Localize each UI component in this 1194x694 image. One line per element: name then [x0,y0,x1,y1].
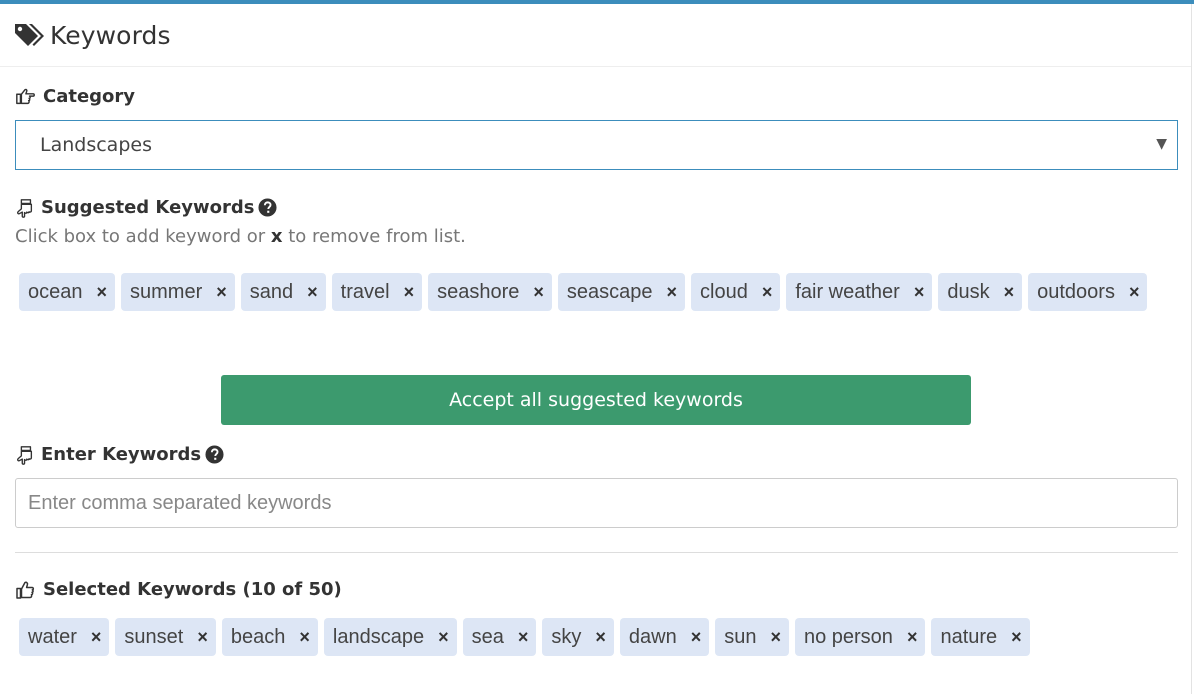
suggested-keywords-list: ocean × summer × sand × travel × seashore × seasca… [19,273,1179,318]
question-circle-icon[interactable] [205,445,224,464]
hand-pointing-right-icon [16,88,35,104]
remove-keyword-icon[interactable]: × [216,282,227,303]
panel-title: Keywords [50,20,171,50]
remove-keyword-icon[interactable]: × [91,627,102,648]
keyword-chip-label: seashore [437,280,520,303]
accept-all-suggested-button[interactable]: Accept all suggested keywords [221,375,971,425]
keyword-chip-label: seascape [566,280,653,303]
keyword-chip[interactable]: dusk × [938,273,1023,311]
keyword-chip[interactable]: landscape × [323,618,457,656]
question-circle-icon[interactable] [258,198,278,217]
keyword-chip[interactable]: sea × [462,618,537,656]
keyword-chip-label: nature [940,625,998,648]
caret-down-icon: ▼ [1156,136,1167,152]
keyword-chip[interactable]: seascape × [557,273,686,311]
tags-icon [15,24,44,46]
keyword-chip-label: travel [340,280,390,303]
category-select[interactable]: Landscapes ▼ [15,120,1178,170]
keyword-chip-label: dusk [947,280,990,303]
suggested-keywords-label-text: Suggested Keywords [41,197,255,218]
keyword-chip[interactable]: nature × [931,618,1030,656]
keyword-chip[interactable]: water × [19,618,110,656]
remove-keyword-icon[interactable]: × [667,282,678,303]
keyword-chip-label: outdoors [1037,280,1115,303]
keyword-chip-label: ocean [28,280,83,303]
remove-keyword-icon[interactable]: × [533,282,544,303]
panel-header: Keywords [0,4,1191,67]
category-label-text: Category [43,86,136,107]
keyword-chip-label: beach [230,625,286,648]
keyword-chip-label: fair weather [795,280,900,303]
enter-keywords-input[interactable] [15,478,1178,528]
keyword-chip-label: cloud [700,280,748,303]
keyword-chip[interactable]: sunset × [115,618,216,656]
keywords-panel: Keywords Category Landscapes ▼ Suggested… [0,4,1192,694]
keyword-chip-label: landscape [332,625,425,648]
thumbs-up-icon [16,581,35,599]
keyword-chip[interactable]: summer × [121,273,235,311]
keyword-chip-label: summer [130,280,203,303]
suggested-keywords-hint: Click box to add keyword or x to remove … [15,226,466,247]
remove-keyword-icon[interactable]: × [770,627,781,648]
remove-keyword-icon[interactable]: × [518,627,529,648]
keyword-chip-label: sand [249,280,294,303]
keyword-chip-label: sunset [124,625,184,648]
remove-keyword-icon[interactable]: × [1129,282,1140,303]
keyword-chip[interactable]: sand × [240,273,326,311]
keyword-chip[interactable]: cloud × [691,273,781,311]
keyword-chip-label: water [28,625,77,648]
selected-keywords-list: water × sunset × beach × landscape × sea × sky × daw… [19,618,1179,663]
selected-keywords-label-text: Selected Keywords (10 of 50) [43,579,342,600]
keyword-chip[interactable]: sky × [542,618,614,656]
keyword-chip-label: no person [803,625,893,648]
section-divider [15,552,1178,553]
remove-keyword-icon[interactable]: × [595,627,606,648]
suggested-keywords-label: Suggested Keywords [15,197,278,218]
enter-keywords-label-text: Enter Keywords [41,444,202,465]
keyword-chip[interactable]: sun × [715,618,789,656]
hand-pointing-down-icon [17,198,33,218]
keyword-chip[interactable]: beach × [221,618,318,656]
keyword-chip-label: dawn [628,625,677,648]
selected-keywords-label: Selected Keywords (10 of 50) [15,579,342,600]
remove-keyword-icon[interactable]: × [299,627,310,648]
remove-keyword-icon[interactable]: × [438,627,449,648]
remove-keyword-icon[interactable]: × [1011,627,1022,648]
remove-keyword-icon[interactable]: × [691,627,702,648]
keyword-chip[interactable]: seashore × [428,273,552,311]
category-selected-value: Landscapes [40,134,152,156]
category-label: Category [15,86,135,107]
keyword-chip[interactable]: travel × [331,273,423,311]
remove-keyword-icon[interactable]: × [307,282,318,303]
remove-keyword-icon[interactable]: × [1004,282,1015,303]
remove-keyword-icon[interactable]: × [762,282,773,303]
keyword-chip[interactable]: dawn × [619,618,710,656]
enter-keywords-label: Enter Keywords [15,444,224,465]
keyword-chip-label: sky [551,625,582,648]
remove-keyword-icon[interactable]: × [404,282,415,303]
keyword-chip-label: sun [724,625,757,648]
remove-keyword-icon[interactable]: × [197,627,208,648]
remove-keyword-icon[interactable]: × [914,282,925,303]
keyword-chip-label: sea [471,625,504,648]
keyword-chip[interactable]: no person × [794,618,926,656]
keyword-chip[interactable]: outdoors × [1028,273,1148,311]
remove-keyword-icon[interactable]: × [97,282,108,303]
remove-keyword-icon[interactable]: × [907,627,918,648]
keyword-chip[interactable]: fair weather × [786,273,933,311]
hand-pointing-down-icon [17,445,33,465]
keyword-chip[interactable]: ocean × [19,273,116,311]
